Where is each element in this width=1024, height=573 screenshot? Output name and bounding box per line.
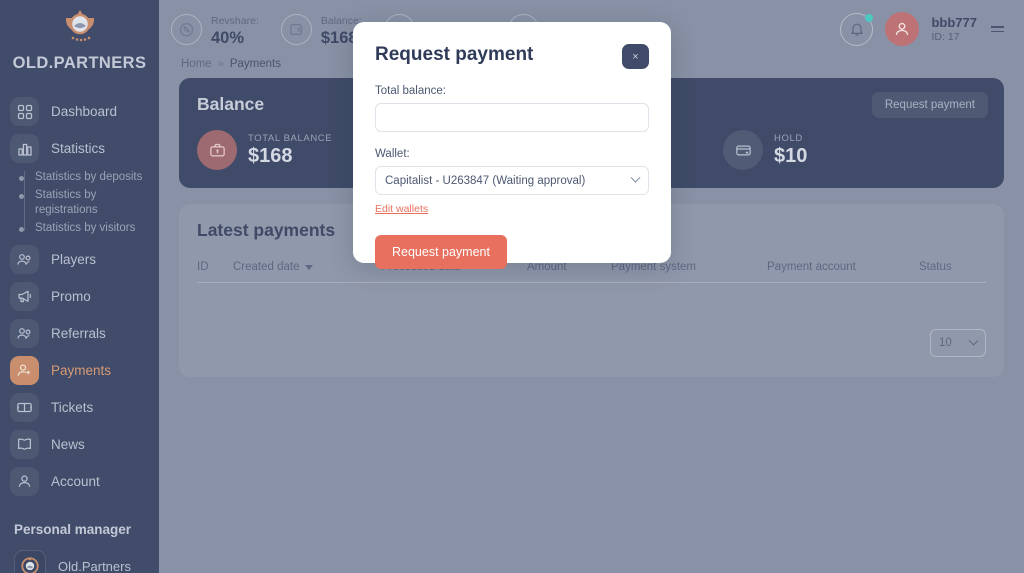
wallet-selected-value: Capitalist - U263847 (Waiting approval) <box>385 174 586 187</box>
page-size-select[interactable]: 10 <box>930 329 986 357</box>
column-label: Created date <box>233 261 300 273</box>
sidebar-item-dashboard[interactable]: Dashboard <box>0 93 159 130</box>
user-id: ID: 17 <box>931 30 960 43</box>
close-icon[interactable]: × <box>622 44 649 69</box>
payments-icon <box>10 356 39 386</box>
menu-toggle-button[interactable] <box>991 25 1004 33</box>
user-name: bbb777 <box>931 14 977 30</box>
stat-label: Revshare: <box>211 14 259 27</box>
sidebar-item-tickets[interactable]: Tickets <box>0 389 159 426</box>
metric-label: TOTAL BALANCE <box>248 132 333 144</box>
bar-chart-icon <box>10 134 39 163</box>
ticket-icon <box>10 393 39 423</box>
bullet-icon <box>19 193 24 199</box>
sidebar-item-label: Account <box>51 474 100 490</box>
modal-header: Request payment × <box>375 44 649 69</box>
megaphone-icon <box>10 282 39 312</box>
avatar[interactable] <box>885 12 920 46</box>
personal-manager-title: Personal manager <box>14 522 132 538</box>
column-label: Payment account <box>767 261 856 273</box>
referrals-icon <box>10 319 39 349</box>
metric-value: $10 <box>774 145 808 168</box>
sidebar-nav: Dashboard Statistics Statistics by depos… <box>0 87 159 500</box>
brand-logo[interactable]: OLD.PARTNERS <box>0 0 159 87</box>
notification-dot <box>865 13 874 22</box>
request-payment-modal: Request payment × Total balance: Wallet:… <box>353 22 671 269</box>
metric-label: HOLD <box>774 132 803 144</box>
sidebar-item-account[interactable]: Account <box>0 463 159 500</box>
brand-name: OLD.PARTNERS <box>12 54 147 72</box>
burger-line <box>991 30 1004 33</box>
sidebar-item-label: Tickets <box>51 400 94 416</box>
sort-desc-icon <box>304 264 313 270</box>
card-hold-icon <box>723 130 763 170</box>
app-root: OLD.PARTNERS Dashboard Statistics Statis… <box>0 0 1024 573</box>
percent-badge-icon <box>171 13 202 45</box>
page-size-value: 10 <box>939 337 952 349</box>
wallet-label: Wallet: <box>375 148 410 160</box>
pagination: 10 <box>197 325 986 357</box>
sidebar-item-statistics[interactable]: Statistics <box>0 130 159 167</box>
sidebar-item-label: Payments <box>51 363 112 379</box>
column-header-payment-account[interactable]: Payment account <box>767 261 919 273</box>
sidebar-item-label: Promo <box>51 289 91 305</box>
sidebar-item-players[interactable]: Players <box>0 241 159 278</box>
sidebar-item-label: Dashboard <box>51 104 118 119</box>
sidebar-item-label: News <box>51 437 85 453</box>
metric-value: $168 <box>248 145 293 168</box>
money-case-icon <box>197 130 237 170</box>
column-header-status[interactable]: Status <box>919 261 952 273</box>
column-header-id[interactable]: ID <box>197 261 233 273</box>
players-icon <box>10 245 39 275</box>
subitem-label: Statistics by registrations <box>35 188 98 217</box>
chevron-down-icon <box>630 172 641 183</box>
wallet-icon <box>280 13 312 45</box>
stat-value: 40% <box>211 28 245 47</box>
request-payment-button[interactable]: Request payment <box>871 92 988 118</box>
column-label: Status <box>919 261 952 273</box>
breadcrumb-home[interactable]: Home <box>181 58 212 70</box>
statistics-submenu: Statistics by deposits Statistics by reg… <box>0 167 159 241</box>
sidebar-item-label: Referrals <box>51 326 106 342</box>
user-info: bbb777 ID: 17 <box>931 15 977 43</box>
old-partners-badge-icon <box>21 557 39 573</box>
manager-avatar <box>14 550 46 573</box>
manager-name: Old.Partners <box>58 558 131 573</box>
modal-title: Request payment <box>375 44 534 65</box>
breadcrumb-current: Payments <box>229 58 281 70</box>
user-icon <box>10 467 39 497</box>
modal-submit-button[interactable]: Request payment <box>375 235 507 269</box>
submenu-connector <box>24 171 25 232</box>
edit-wallets-link[interactable]: Edit wallets <box>375 203 428 215</box>
sidebar-item-referrals[interactable]: Referrals <box>0 315 159 352</box>
sidebar: OLD.PARTNERS Dashboard Statistics Statis… <box>0 0 159 573</box>
breadcrumb-separator: » <box>217 58 224 70</box>
wallet-select[interactable]: Capitalist - U263847 (Waiting approval) <box>375 166 649 195</box>
sidebar-item-label: Players <box>51 252 97 268</box>
sidebar-item-label: Statistics <box>51 141 106 156</box>
burger-line <box>991 25 1004 28</box>
personal-manager-row[interactable]: Old.Partners <box>0 545 159 573</box>
sidebar-item-news[interactable]: News <box>0 426 159 463</box>
bullet-icon <box>19 226 24 232</box>
stat-revshare: Revshare: 40% <box>171 11 281 48</box>
notifications-button[interactable] <box>840 12 874 46</box>
old-partners-logo-icon <box>65 10 94 42</box>
news-icon <box>10 430 39 460</box>
sidebar-item-payments[interactable]: Payments <box>0 352 159 389</box>
chevron-down-icon <box>968 335 979 346</box>
table-body <box>197 283 986 325</box>
subitem-label: Statistics by deposits <box>35 171 143 183</box>
total-balance-input[interactable] <box>375 103 649 132</box>
grid-icon <box>10 97 39 126</box>
sidebar-item-promo[interactable]: Promo <box>0 278 159 315</box>
top-right: bbb777 ID: 17 <box>840 12 1004 46</box>
bullet-icon <box>19 176 24 181</box>
column-header-created-date[interactable]: Created date <box>233 261 381 273</box>
total-balance-label: Total balance: <box>375 85 446 97</box>
balance-hold: HOLD $10 <box>723 130 986 170</box>
column-label: ID <box>197 261 209 273</box>
subitem-label: Statistics by visitors <box>35 221 136 234</box>
